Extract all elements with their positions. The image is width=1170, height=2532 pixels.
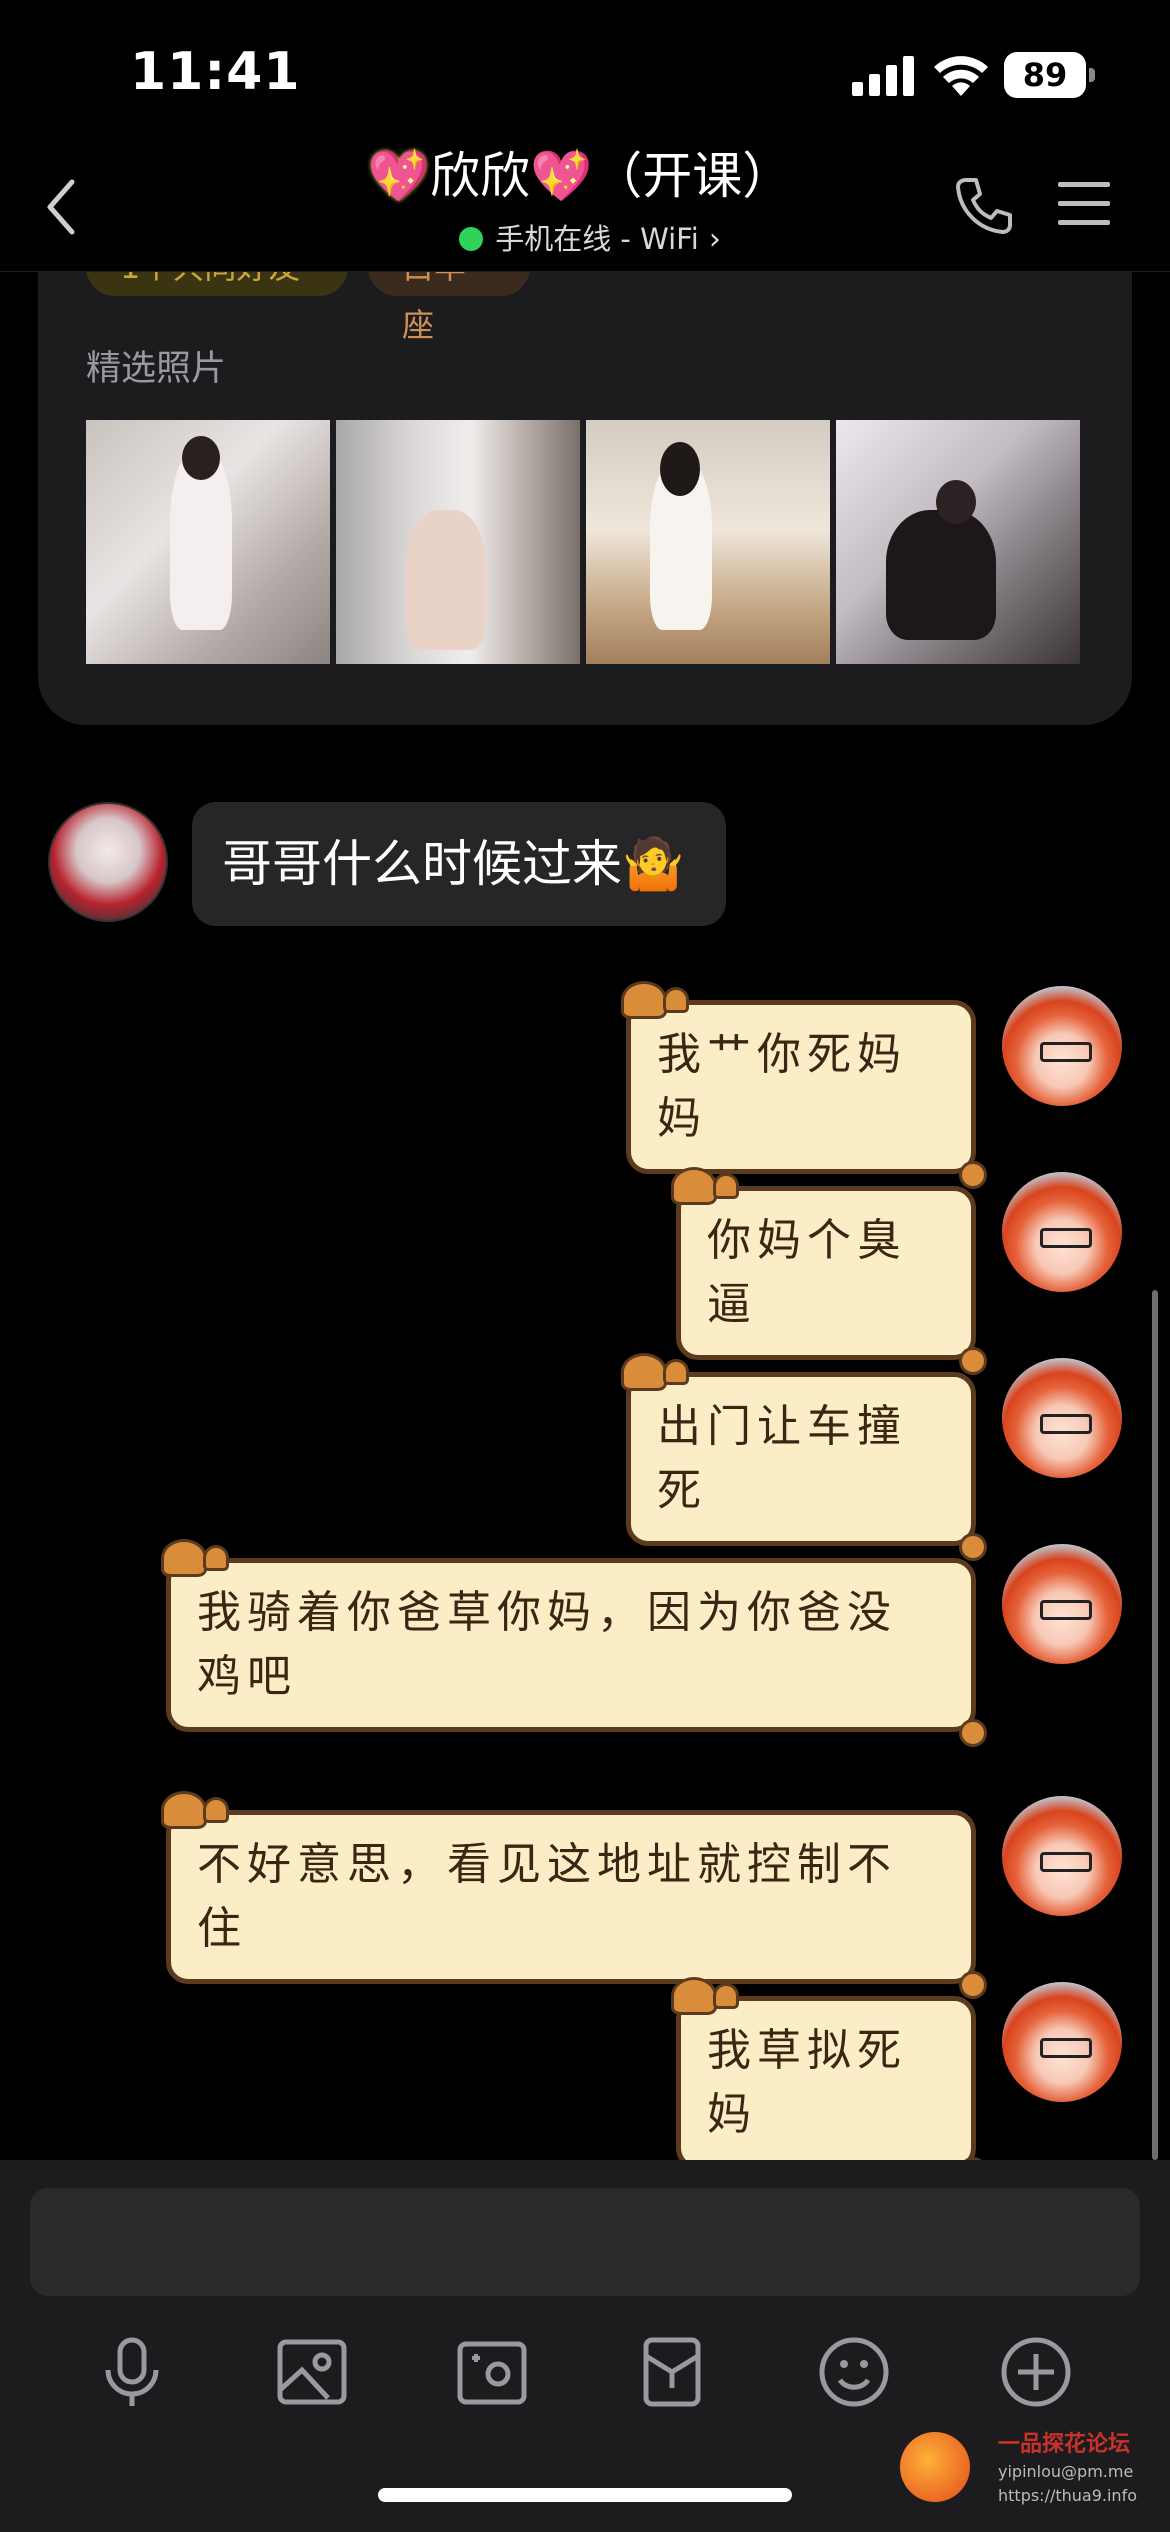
status-bar: 11:41 89 bbox=[0, 0, 1170, 140]
watermark-email: yipinlou@pm.me bbox=[998, 2462, 1134, 2481]
image-icon[interactable] bbox=[272, 2332, 352, 2412]
emoji-icon[interactable] bbox=[814, 2332, 894, 2412]
back-icon[interactable] bbox=[38, 176, 88, 238]
cat-ear-decoration bbox=[161, 1539, 207, 1577]
featured-photo[interactable] bbox=[86, 420, 330, 664]
cat-ear-decoration bbox=[713, 1983, 739, 2009]
watermark-title: 一品探花论坛 bbox=[998, 2432, 1131, 2457]
status-time: 11:41 bbox=[130, 42, 301, 102]
chevron-right-icon: › bbox=[708, 222, 721, 257]
watermark-logo-icon bbox=[900, 2432, 970, 2502]
chat-title[interactable]: 💖欣欣💖（开课） bbox=[360, 140, 800, 212]
cat-ear-decoration bbox=[161, 1791, 207, 1829]
message-text: 出门让车撞死 bbox=[657, 1401, 907, 1516]
featured-photo[interactable] bbox=[586, 420, 830, 664]
cat-ear-decoration bbox=[621, 981, 667, 1019]
cat-tail-decoration bbox=[959, 1719, 987, 1747]
message-bubble[interactable]: 出门让车撞死 bbox=[621, 1353, 987, 1561]
my-avatar[interactable] bbox=[1002, 1982, 1122, 2102]
menu-icon[interactable] bbox=[1058, 180, 1110, 228]
message-text: 我草拟死妈 bbox=[707, 2025, 907, 2140]
contact-name-suffix: 💖（开课） bbox=[530, 147, 793, 205]
plus-icon[interactable] bbox=[996, 2332, 1076, 2412]
battery-icon: 89 bbox=[1004, 52, 1096, 98]
battery-level: 89 bbox=[1022, 56, 1068, 94]
chat-header: 💖欣欣💖（开课） 手机在线 - WiFi › bbox=[0, 140, 1170, 272]
contact-name: 欣欣 bbox=[430, 147, 530, 205]
message-sent: 我艹你死妈妈 bbox=[621, 981, 1122, 1189]
scrollbar[interactable] bbox=[1152, 1290, 1158, 2160]
message-sent: 你妈个臭逼 bbox=[622, 1167, 1122, 1375]
photos-label: 精选照片 bbox=[86, 349, 227, 389]
camera-icon[interactable] bbox=[452, 2332, 532, 2412]
message-sent: 我骑着你爸草你妈，因为你爸没鸡吧 bbox=[161, 1539, 1122, 1747]
home-indicator[interactable] bbox=[378, 2488, 792, 2502]
my-avatar[interactable] bbox=[1002, 1796, 1122, 1916]
online-status[interactable]: 手机在线 - WiFi › bbox=[380, 218, 800, 260]
message-input[interactable] bbox=[30, 2188, 1140, 2296]
chat-screen: 11:41 89 1个共同好友 白羊座 精选照片 bbox=[0, 0, 1170, 2532]
message-bubble[interactable]: 不好意思，看见这地址就控制不住 bbox=[161, 1791, 987, 1999]
message-text: 我艹你死妈妈 bbox=[657, 1029, 907, 1144]
cat-ear-decoration bbox=[713, 1173, 739, 1199]
message-bubble[interactable]: 我草拟死妈 bbox=[671, 1977, 987, 2185]
contact-avatar[interactable] bbox=[48, 802, 168, 922]
message-text: 哥哥什么时候过来🤷 bbox=[222, 835, 685, 893]
cat-ear-decoration bbox=[203, 1545, 229, 1571]
red-packet-icon[interactable] bbox=[632, 2332, 712, 2412]
microphone-icon[interactable] bbox=[92, 2332, 172, 2412]
cat-ear-decoration bbox=[671, 1167, 717, 1205]
message-text: 我骑着你爸草你妈，因为你爸没鸡吧 bbox=[197, 1587, 897, 1702]
message-bubble[interactable]: 我艹你死妈妈 bbox=[621, 981, 987, 1189]
my-avatar[interactable] bbox=[1002, 1544, 1122, 1664]
cat-ear-decoration bbox=[621, 1353, 667, 1391]
message-bubble[interactable]: 你妈个臭逼 bbox=[671, 1167, 987, 1375]
message-text: 你妈个臭逼 bbox=[707, 1215, 907, 1330]
message-sent: 我草拟死妈 bbox=[622, 1977, 1122, 2185]
cat-ear-decoration bbox=[663, 987, 689, 1013]
online-dot-icon bbox=[459, 227, 484, 251]
watermark: 一品探花论坛 yipinlou@pm.me https://thua9.info bbox=[900, 2426, 1150, 2526]
wifi-icon bbox=[934, 56, 988, 96]
online-status-text: 手机在线 - WiFi bbox=[495, 222, 699, 256]
my-avatar[interactable] bbox=[1002, 1172, 1122, 1292]
message-received: 哥哥什么时候过来🤷 bbox=[48, 802, 748, 932]
my-avatar[interactable] bbox=[1002, 986, 1122, 1106]
watermark-url: https://thua9.info bbox=[998, 2486, 1137, 2505]
cat-ear-decoration bbox=[671, 1977, 717, 2015]
featured-photo[interactable] bbox=[336, 420, 580, 664]
message-sent: 出门让车撞死 bbox=[621, 1353, 1122, 1561]
photo-strip bbox=[86, 420, 1080, 664]
cat-ear-decoration bbox=[203, 1797, 229, 1823]
heart-emoji: 💖 bbox=[367, 147, 430, 205]
message-text: 不好意思，看见这地址就控制不住 bbox=[197, 1839, 897, 1954]
message-bubble[interactable]: 我骑着你爸草你妈，因为你爸没鸡吧 bbox=[161, 1539, 987, 1747]
message-sent: 不好意思，看见这地址就控制不住 bbox=[161, 1791, 1122, 1999]
cat-ear-decoration bbox=[663, 1359, 689, 1385]
signal-icon bbox=[852, 56, 914, 96]
my-avatar[interactable] bbox=[1002, 1358, 1122, 1478]
message-bubble[interactable]: 哥哥什么时候过来🤷 bbox=[192, 802, 726, 926]
phone-icon[interactable] bbox=[952, 174, 1016, 238]
featured-photo[interactable] bbox=[836, 420, 1080, 664]
